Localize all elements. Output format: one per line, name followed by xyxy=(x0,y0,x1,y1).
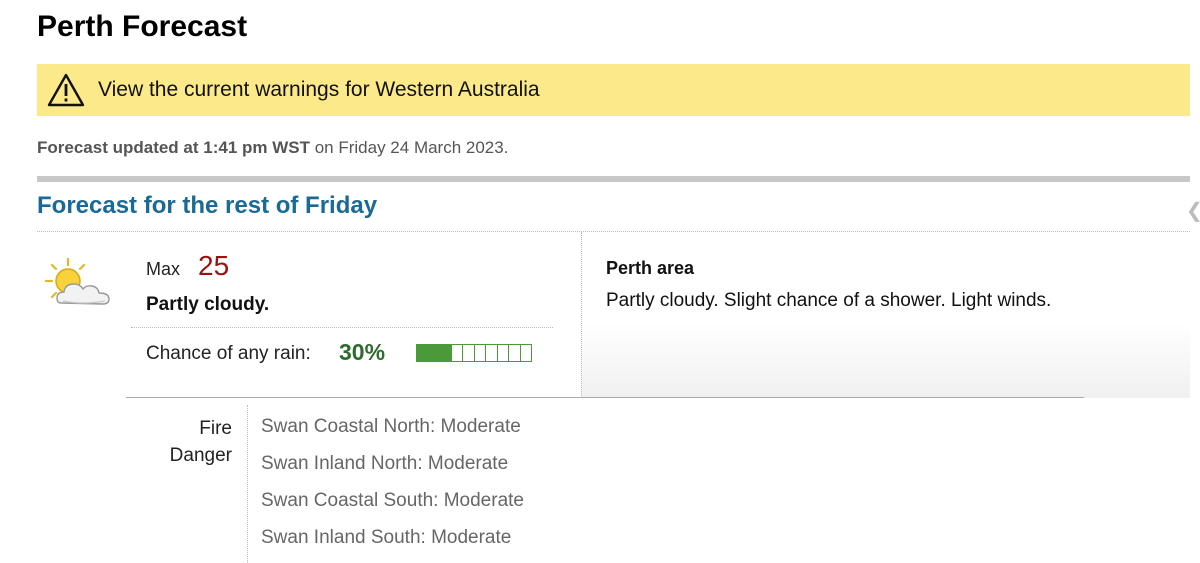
area-panel-shade xyxy=(581,232,1190,398)
area-title: Perth area xyxy=(606,258,695,278)
fire-danger-item: Swan Inland South: Moderate xyxy=(261,527,512,548)
summary-dotted-rule xyxy=(131,327,553,328)
section-title: Forecast for the rest of Friday xyxy=(37,192,378,219)
forecast-updated: Forecast updated at 1:41 pm WST on Frida… xyxy=(37,138,508,158)
forecast-summary: Partly cloudy. xyxy=(146,294,270,315)
fire-danger-list: Swan Coastal North: Moderate Swan Inland… xyxy=(261,414,524,562)
rain-chance-value: 30% xyxy=(339,339,386,365)
forecast-updated-date: on Friday 24 March 2023. xyxy=(310,138,509,157)
partly-cloudy-icon xyxy=(43,257,113,309)
forecast-updated-time: Forecast updated at 1:41 pm WST xyxy=(37,138,310,157)
max-temp-label: Max xyxy=(146,259,181,279)
rain-chance-label: Chance of any rain: xyxy=(146,343,311,364)
warning-triangle-icon xyxy=(47,72,85,108)
fire-danger-item: Swan Coastal North: Moderate xyxy=(261,416,521,437)
rain-chance-meter xyxy=(416,344,532,362)
fire-danger-label-line1: Fire xyxy=(199,418,232,439)
chevron-left-icon[interactable]: ❮ xyxy=(1186,198,1200,223)
fire-danger-label: Fire Danger xyxy=(130,415,232,469)
forecast-box-divider xyxy=(581,232,582,398)
fire-danger-item: Swan Inland North: Moderate xyxy=(261,453,509,474)
max-temp-value: 25 xyxy=(198,250,230,281)
fire-danger-label-line2: Danger xyxy=(169,445,232,466)
rain-meter-cell-empty xyxy=(519,344,532,362)
fire-danger-item: Swan Coastal South: Moderate xyxy=(261,490,524,511)
area-forecast-text: Partly cloudy. Slight chance of a shower… xyxy=(606,290,1052,311)
warnings-link-text: View the current warnings for Western Au… xyxy=(98,78,540,101)
fire-danger-divider xyxy=(247,405,248,563)
warnings-link[interactable]: View the current warnings for Western Au… xyxy=(37,64,1190,116)
section-rule xyxy=(37,176,1190,182)
page-title: Perth Forecast xyxy=(37,10,248,43)
fire-danger-rule xyxy=(126,397,1084,398)
